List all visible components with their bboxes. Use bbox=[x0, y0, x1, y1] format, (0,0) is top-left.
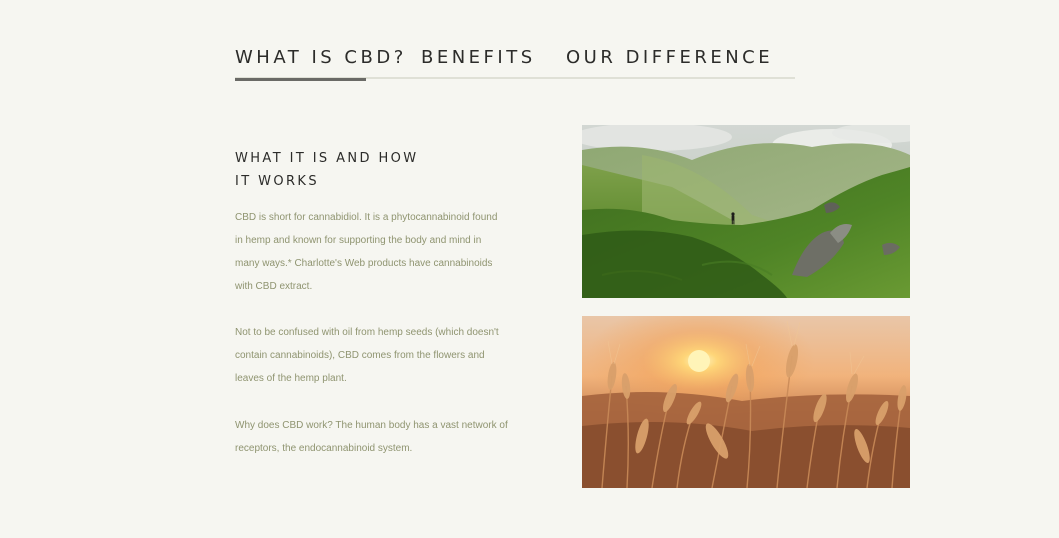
paragraph-what-is-cbd: CBD is short for cannabidiol. It is a ph… bbox=[235, 206, 498, 298]
paragraph-line: contain cannabinoids), CBD comes from th… bbox=[235, 350, 485, 361]
mountain-landscape-image bbox=[582, 125, 910, 298]
wheat-field-sunset-image bbox=[582, 316, 910, 488]
paragraph-line: many ways.* Charlotte's Web products hav… bbox=[235, 258, 493, 269]
paragraph-line: Not to be confused with oil from hemp se… bbox=[235, 327, 499, 338]
section-heading-line: IT WORKS bbox=[235, 174, 320, 189]
section-tabs: WHAT IS CBD? BENEFITS OUR DIFFERENCE bbox=[235, 44, 795, 81]
paragraph-why-it-works: Why does CBD work? The human body has a … bbox=[235, 414, 508, 460]
tab-what-is-cbd[interactable]: WHAT IS CBD? bbox=[235, 44, 403, 81]
section-heading: WHAT IT IS AND HOW IT WORKS bbox=[235, 147, 475, 193]
paragraph-line: with CBD extract. bbox=[235, 281, 313, 292]
paragraph-line: in hemp and known for supporting the bod… bbox=[235, 235, 482, 246]
paragraph-hemp-source: Not to be confused with oil from hemp se… bbox=[235, 321, 499, 390]
paragraph-line: CBD is short for cannabidiol. It is a ph… bbox=[235, 212, 498, 223]
section-heading-line: WHAT IT IS AND HOW bbox=[235, 151, 419, 166]
paragraph-line: receptors, the endocannabinoid system. bbox=[235, 443, 413, 454]
tab-our-difference[interactable]: OUR DIFFERENCE bbox=[566, 44, 773, 79]
paragraph-line: leaves of the hemp plant. bbox=[235, 373, 347, 384]
paragraph-line: Why does CBD work? The human body has a … bbox=[235, 420, 508, 431]
tab-benefits[interactable]: BENEFITS bbox=[421, 44, 536, 79]
